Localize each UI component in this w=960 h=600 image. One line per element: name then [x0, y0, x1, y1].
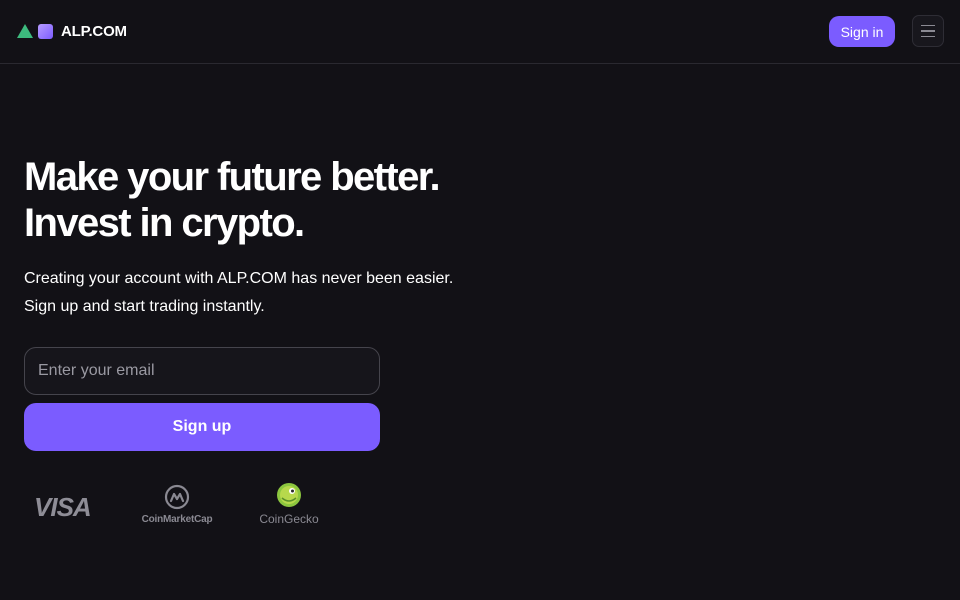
visa-logo: VISA [34, 492, 92, 522]
partner-logos: VISA CoinMarketCap CoinGecko [24, 478, 344, 538]
logo[interactable]: ALP.COM [16, 20, 127, 42]
coinmarketcap-logo: CoinMarketCap [138, 484, 216, 525]
menu-button[interactable] [912, 15, 944, 47]
coingecko-icon [277, 483, 301, 507]
hero-subtitle-line-2: Sign up and start trading instantly. [24, 298, 265, 315]
coingecko-label: CoinGecko [259, 512, 319, 526]
hero-subtitle-line-1: Creating your account with ALP.COM has n… [24, 270, 454, 287]
sign-in-button[interactable]: Sign in [829, 16, 895, 47]
sign-up-button[interactable]: Sign up [24, 403, 380, 451]
top-header: ALP.COM Sign in [0, 0, 960, 64]
coinmarketcap-icon [164, 484, 190, 510]
logo-square-icon [38, 23, 53, 39]
hero-subtitle: Creating your account with ALP.COM has n… [24, 265, 453, 321]
hero-title-line-1: Make your future better. [24, 155, 441, 199]
hero-title: Make your future better. Invest in crypt… [24, 154, 441, 246]
logo-triangle-icon [17, 24, 33, 38]
hero-title-line-2: Invest in crypto. [24, 201, 305, 245]
logo-text: ALP.COM [61, 22, 127, 40]
hamburger-menu-icon [921, 24, 935, 27]
coingecko-logo: CoinGecko [254, 482, 324, 526]
email-input[interactable] [24, 347, 380, 395]
coinmarketcap-label: CoinMarketCap [141, 514, 213, 525]
